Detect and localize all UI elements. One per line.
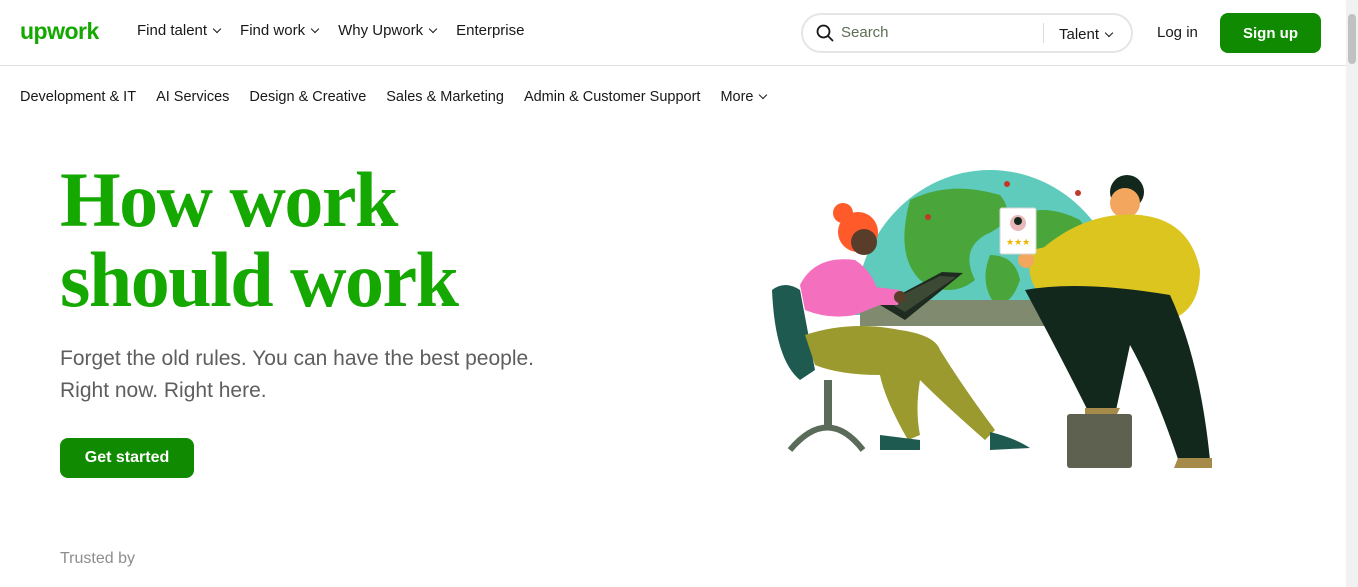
top-nav: upwork Find talent Find work Why Upwork … xyxy=(0,0,1346,66)
main-nav: Find talent Find work Why Upwork Enterpr… xyxy=(137,22,544,39)
upwork-logo[interactable]: upwork xyxy=(20,18,99,45)
hero-illustration: ★★★ xyxy=(772,170,1212,468)
category-nav: Development & IT AI Services Design & Cr… xyxy=(20,89,786,105)
chevron-down-icon xyxy=(1104,28,1114,37)
category-development-it[interactable]: Development & IT xyxy=(20,89,136,105)
category-admin-support[interactable]: Admin & Customer Support xyxy=(524,89,701,105)
login-link[interactable]: Log in xyxy=(1157,24,1198,41)
hero-title-line2: should work xyxy=(60,236,459,323)
nav-enterprise-label: Enterprise xyxy=(456,22,525,39)
category-more-label: More xyxy=(720,89,754,105)
category-ai-services[interactable]: AI Services xyxy=(156,89,229,105)
category-more[interactable]: More xyxy=(720,89,768,105)
nav-enterprise[interactable]: Enterprise xyxy=(456,22,524,39)
get-started-button[interactable]: Get started xyxy=(60,438,194,478)
hero-subtitle-line2: Right now. Right here. xyxy=(60,379,267,402)
trusted-by-label: Trusted by xyxy=(60,550,135,567)
search-icon xyxy=(816,24,834,42)
category-design-creative[interactable]: Design & Creative xyxy=(249,89,366,105)
category-sales-marketing[interactable]: Sales & Marketing xyxy=(386,89,504,105)
search-divider xyxy=(1043,23,1044,43)
chevron-down-icon xyxy=(759,90,768,100)
hero-subtitle: Forget the old rules. You can have the b… xyxy=(60,343,580,407)
nav-find-work[interactable]: Find work xyxy=(240,22,320,39)
search-scope-label: Talent xyxy=(1059,26,1100,43)
hero-title: How work should work xyxy=(60,156,459,323)
scrollbar-thumb[interactable] xyxy=(1348,14,1356,64)
hero-title-line1: How work xyxy=(60,156,398,243)
nav-find-talent[interactable]: Find talent xyxy=(137,22,222,39)
chevron-down-icon xyxy=(212,24,222,33)
nav-why-upwork[interactable]: Why Upwork xyxy=(338,22,438,39)
search-input[interactable] xyxy=(841,24,1031,41)
chevron-down-icon xyxy=(428,24,438,33)
hero-subtitle-line1: Forget the old rules. You can have the b… xyxy=(60,347,535,370)
page-scrollbar[interactable] xyxy=(1346,0,1358,587)
chevron-down-icon xyxy=(310,24,320,33)
nav-find-talent-label: Find talent xyxy=(137,22,208,39)
nav-why-upwork-label: Why Upwork xyxy=(338,22,424,39)
signup-button[interactable]: Sign up xyxy=(1220,13,1321,53)
search-scope-dropdown[interactable]: Talent xyxy=(1059,26,1114,43)
search-bar: Talent xyxy=(801,13,1133,53)
nav-find-work-label: Find work xyxy=(240,22,306,39)
svg-text:★★★: ★★★ xyxy=(1006,238,1030,248)
